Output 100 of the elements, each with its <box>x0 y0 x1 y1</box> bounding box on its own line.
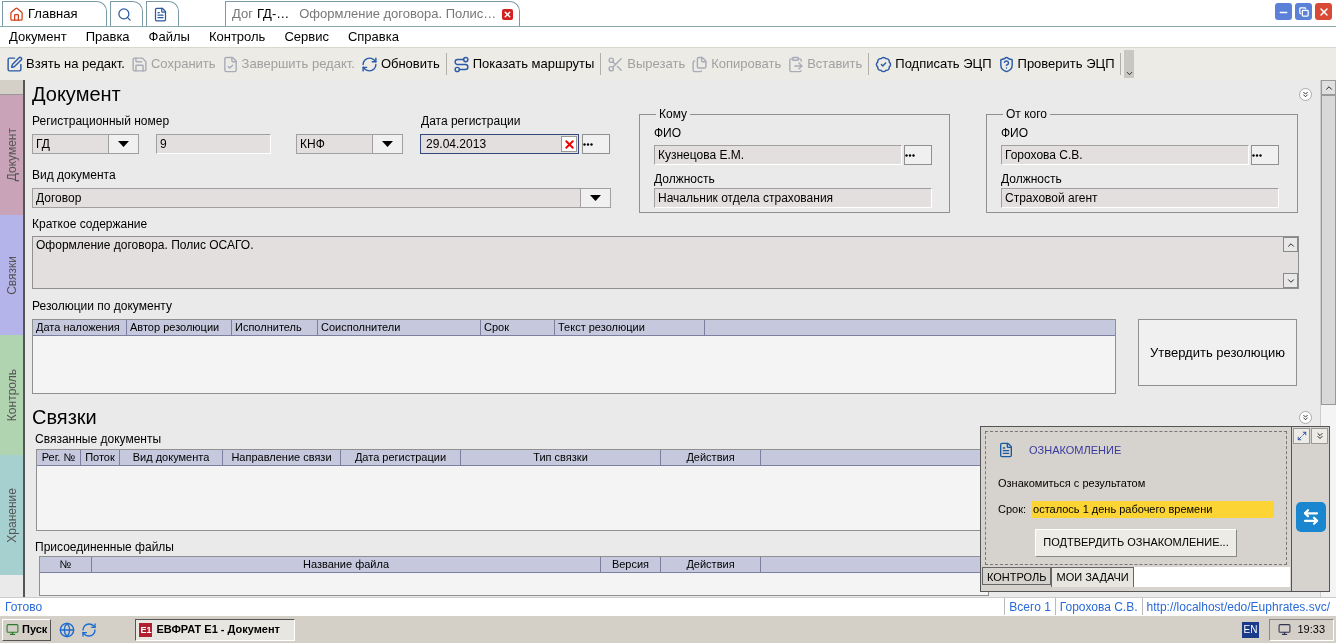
column-header[interactable]: Вид документа <box>120 450 223 465</box>
tab[interactable] <box>146 1 179 26</box>
section-title: Документ <box>32 82 121 107</box>
column-header[interactable]: Исполнитель <box>232 320 318 335</box>
scroll-up-icon[interactable] <box>1321 80 1336 95</box>
column-header[interactable]: Соисполнители <box>318 320 481 335</box>
browser-icon[interactable] <box>59 621 76 638</box>
date-field[interactable]: 29.04.2013 <box>420 134 579 154</box>
task-text: Ознакомиться с результатом <box>998 475 1147 491</box>
menu-item[interactable]: Справка <box>347 27 399 47</box>
collapse-icon[interactable] <box>1299 410 1312 424</box>
group-legend: Кому <box>656 107 691 121</box>
menu-item[interactable]: Файлы <box>148 27 190 47</box>
column-header[interactable]: Действия <box>661 557 761 572</box>
column-header[interactable]: Версия <box>601 557 661 572</box>
field-label: Должность <box>654 172 715 186</box>
menu-item[interactable]: Сервис <box>284 27 329 47</box>
column-header[interactable]: Автор резолюции <box>127 320 232 335</box>
dropdown[interactable]: Договор <box>32 188 611 208</box>
collapse-icon[interactable] <box>1311 428 1328 444</box>
copy-icon <box>691 55 709 73</box>
browse-button[interactable] <box>904 145 932 165</box>
number-field[interactable]: 9 <box>156 134 271 154</box>
column-header[interactable]: Дата регистрации <box>341 450 461 465</box>
confirm-button[interactable]: ПОДТВЕРДИТЬ ОЗНАКОМЛЕНИЕ... <box>1035 528 1237 557</box>
document-icon <box>998 442 1014 459</box>
network-icon[interactable] <box>1278 623 1292 636</box>
language-indicator[interactable]: EN <box>1241 621 1260 638</box>
menu-item[interactable]: Правка <box>85 27 130 47</box>
start-button[interactable]: Пуск <box>2 618 52 641</box>
ellipsis-icon <box>583 142 593 146</box>
group-legend: От кого <box>1003 107 1050 121</box>
caret-icon <box>118 141 129 147</box>
minimize-icon[interactable] <box>1275 3 1292 20</box>
deadline-label: Срок: <box>998 502 1027 517</box>
status-text: Готово <box>5 598 44 616</box>
toolbar-button[interactable]: Подписать ЭЦП <box>872 52 995 76</box>
scissors-icon <box>607 55 625 73</box>
paste-icon <box>787 55 805 73</box>
name-field[interactable]: Кузнецова Е.М. <box>654 145 902 165</box>
field-label: ФИО <box>1001 126 1029 140</box>
column-header[interactable]: Название файла <box>92 557 601 572</box>
toolbar-button[interactable]: Обновить <box>357 52 443 76</box>
magnifier-icon <box>117 6 132 22</box>
document-check-icon <box>221 55 239 73</box>
caret-icon <box>382 141 393 147</box>
tab[interactable]: Дог ГД-… Оформление договора. Полис… <box>225 1 520 26</box>
column-header[interactable]: Действия <box>661 450 761 465</box>
field-label: ФИО <box>654 126 682 140</box>
dropdown[interactable]: КНФ <box>296 134 403 154</box>
column-header[interactable]: Направление связи <box>223 450 341 465</box>
toolbar-button[interactable]: Показать маршруты <box>449 52 598 76</box>
toolbar-button[interactable]: Проверить ЭЦП <box>994 52 1118 76</box>
column-header[interactable]: Рег. № <box>37 450 81 465</box>
column-header[interactable]: Дата наложения <box>33 320 127 335</box>
column-header[interactable]: Срок <box>481 320 555 335</box>
tab[interactable]: Главная <box>2 1 107 26</box>
browse-button[interactable] <box>1251 145 1279 165</box>
clear-icon[interactable] <box>561 136 577 152</box>
section-title: Связки <box>32 405 97 430</box>
ellipsis-icon <box>905 153 915 157</box>
side-tab[interactable]: Связки <box>0 215 23 335</box>
tab[interactable] <box>110 1 143 26</box>
scrollbar-thumb[interactable] <box>1321 95 1336 405</box>
toolbar-button[interactable]: Взять на редакт. <box>3 52 128 76</box>
menu-item[interactable]: Документ <box>9 27 67 47</box>
browse-button[interactable] <box>582 134 610 154</box>
restore-icon[interactable] <box>1295 3 1312 20</box>
quick-launch-icon[interactable] <box>81 621 98 638</box>
shield-question-icon <box>997 55 1015 73</box>
field-label: Резолюции по документу <box>32 299 172 313</box>
column-header[interactable]: Поток <box>81 450 120 465</box>
document-icon <box>153 6 168 22</box>
close-icon[interactable] <box>1315 3 1332 20</box>
floppy-icon <box>131 55 148 73</box>
close-icon[interactable] <box>502 8 513 20</box>
ellipsis-icon <box>1252 153 1262 157</box>
side-tab[interactable]: Хранение <box>0 455 23 575</box>
name-field[interactable]: Горохова С.В. <box>1001 145 1249 165</box>
clock: 19:33 <box>1297 622 1325 638</box>
caret-icon <box>590 195 601 201</box>
column-header[interactable]: Тип связки <box>461 450 661 465</box>
field-label: Связанные документы <box>35 432 162 446</box>
dropdown[interactable]: ГД <box>32 134 139 154</box>
swap-icon[interactable] <box>1295 502 1326 532</box>
panel-tab[interactable]: КОНТРОЛЬ <box>982 567 1052 585</box>
column-header[interactable]: № <box>40 557 92 572</box>
app-icon: E1 <box>139 622 153 637</box>
taskbar-window-button[interactable]: E1 ЕВФРАТ Е1 - Документ <box>135 618 296 641</box>
position-field[interactable]: Начальник отдела страхования <box>654 188 932 208</box>
menu-item[interactable]: Контроль <box>208 27 266 47</box>
approve-resolution-button[interactable]: Утвердить резолюцию <box>1138 319 1297 386</box>
pencil-icon <box>6 55 23 73</box>
field-label: Краткое содержание <box>32 217 148 231</box>
refresh-icon <box>360 55 378 73</box>
column-header[interactable]: Текст резолюции <box>555 320 705 335</box>
side-tab[interactable]: Контроль <box>0 335 23 455</box>
panel-tab[interactable]: МОИ ЗАДАЧИ <box>1051 567 1134 587</box>
collapse-icon[interactable] <box>1299 87 1312 101</box>
position-field[interactable]: Страховой агент <box>1001 188 1279 208</box>
